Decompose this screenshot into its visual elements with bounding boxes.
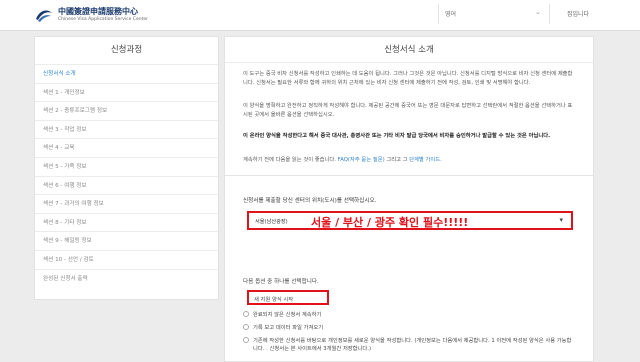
sidebar-item-section-9[interactable]: 섹션 9 - 해일링 정보 (35, 231, 218, 250)
sidebar-item-section-8[interactable]: 섹션 8 - 기타 정보 (35, 212, 218, 232)
language-label: 영어 (445, 11, 457, 18)
logo[interactable]: 中國簽證申請服務中心 Chinese Visa Application Serv… (34, 5, 174, 25)
main-panel: 신청서식 소개 이 도구는 중국 비자 신청서를 작성하고 인쇄하는 데 도움이… (224, 36, 594, 362)
intro-paragraph-1: 이 도구는 중국 비자 신청서를 작성하고 인쇄하는 데 도움이 됩니다. 그러… (243, 71, 573, 86)
intro-paragraph-3: 이 온라인 양식을 작성한다고 해서 중국 대사관, 총영사관 또는 기타 비자… (243, 133, 551, 139)
options-question: 다음 옵션 중 하나를 선택합니다. (243, 279, 319, 285)
sidebar-item-intro[interactable]: 신청서식 소개 (35, 64, 218, 83)
sidebar-item-section-4[interactable]: 섹션 4 - 교육 (35, 138, 218, 157)
option-continue[interactable]: 완료되지 않은 신청서 계속하기 (243, 310, 583, 318)
header: 中國簽證申請服務中心 Chinese Visa Application Serv… (0, 0, 640, 31)
option-import[interactable]: 기록 보고 데이터 파일 가져오기 (243, 323, 583, 331)
sidebar-item-section-3[interactable]: 섹션 3 - 작업 정보 (35, 119, 218, 139)
sidebar-item-section-2[interactable]: 섹션 2 - 종류프로그램 정보 (35, 101, 218, 120)
option-label: 기록 보고 데이터 파일 가져오기 (253, 325, 324, 331)
logo-text-cn: 中國簽證申請服務中心 (58, 6, 138, 16)
option-label: 새 지원 양식 시작 (254, 297, 294, 303)
guide-link[interactable]: 단계별 가이드. (409, 157, 442, 163)
caret-down-icon: ▾ (559, 216, 563, 224)
sidebar-item-print[interactable]: 완성된 신청서 출력 (35, 268, 218, 288)
faq-link[interactable]: FAQ(자주 묻는 질문) (338, 157, 385, 163)
login-link[interactable]: 집입니다 (553, 9, 603, 18)
radio-button[interactable] (243, 324, 249, 330)
title-divider (225, 62, 593, 63)
read-first-text: 계속하기 전에 다음을 읽는 것이 좋습니다. (243, 157, 338, 163)
sidebar-title: 신청과정 (110, 45, 143, 55)
radio-button[interactable] (243, 311, 249, 317)
center-select[interactable]: 서울(남산광장) 서울 / 부산 / 광주 확인 필수!!!!! ▾ (247, 211, 573, 230)
radio-button[interactable] (243, 337, 249, 343)
sidebar-item-section-1[interactable]: 섹션 1 - 개인정보 (35, 82, 218, 102)
page-title: 신청서식 소개 (384, 45, 434, 55)
option-label: 기존에 작성한 신청서를 바탕으로 개인정보를 새로운 양식을 작성합니다. (… (253, 338, 572, 353)
language-select[interactable]: 영어 ⌄ (438, 4, 550, 24)
and-text: 그리고 그 (384, 157, 410, 163)
intro-paragraph-2: 이 양식을 명확하고 완전하고 정직하게 작성해야 합니다. 제공된 공간에 중… (243, 103, 573, 118)
option-label: 완료되지 않은 신청서 계속하기 (253, 312, 322, 318)
option-new-form[interactable]: 새 지원 양식 시작 (254, 295, 594, 303)
option-based-on-existing[interactable]: 기존에 작성한 신청서를 바탕으로 개인정보를 새로운 양식을 작성합니다. (… (243, 337, 583, 354)
logo-emblem-icon (36, 10, 52, 22)
sidebar-item-section-7[interactable]: 섹션 7 - 과거의 여행 정보 (35, 194, 218, 213)
sidebar-item-section-6[interactable]: 섹션 6 - 여행 정보 (35, 175, 218, 195)
chevron-down-icon: ⌄ (535, 8, 541, 16)
sidebar: 신청과정 신청서식 소개 섹션 1 - 개인정보 섹션 2 - 종류프로그램 정… (34, 36, 219, 300)
center-question: 신청서를 제출할 당신 센터의 위치(도시)를 선택하십시오. (243, 198, 377, 204)
sidebar-item-section-10[interactable]: 섹션 10 - 선언 / 검토 (35, 249, 218, 269)
section-divider (225, 175, 593, 176)
logo-text-en: Chinese Visa Application Service Center (58, 17, 148, 22)
center-selected-value: 서울(남산광장) (255, 219, 288, 225)
intro-paragraph-4: 계속하기 전에 다음을 읽는 것이 좋습니다. FAQ(자주 묻는 질문) 그리… (243, 156, 575, 165)
sidebar-list: 신청서식 소개 섹션 1 - 개인정보 섹션 2 - 종류프로그램 정보 섹션 … (35, 64, 218, 287)
sidebar-item-section-5[interactable]: 섹션 5 - 가족 정보 (35, 156, 218, 176)
center-annotation: 서울 / 부산 / 광주 확인 필수!!!!! (311, 216, 469, 229)
